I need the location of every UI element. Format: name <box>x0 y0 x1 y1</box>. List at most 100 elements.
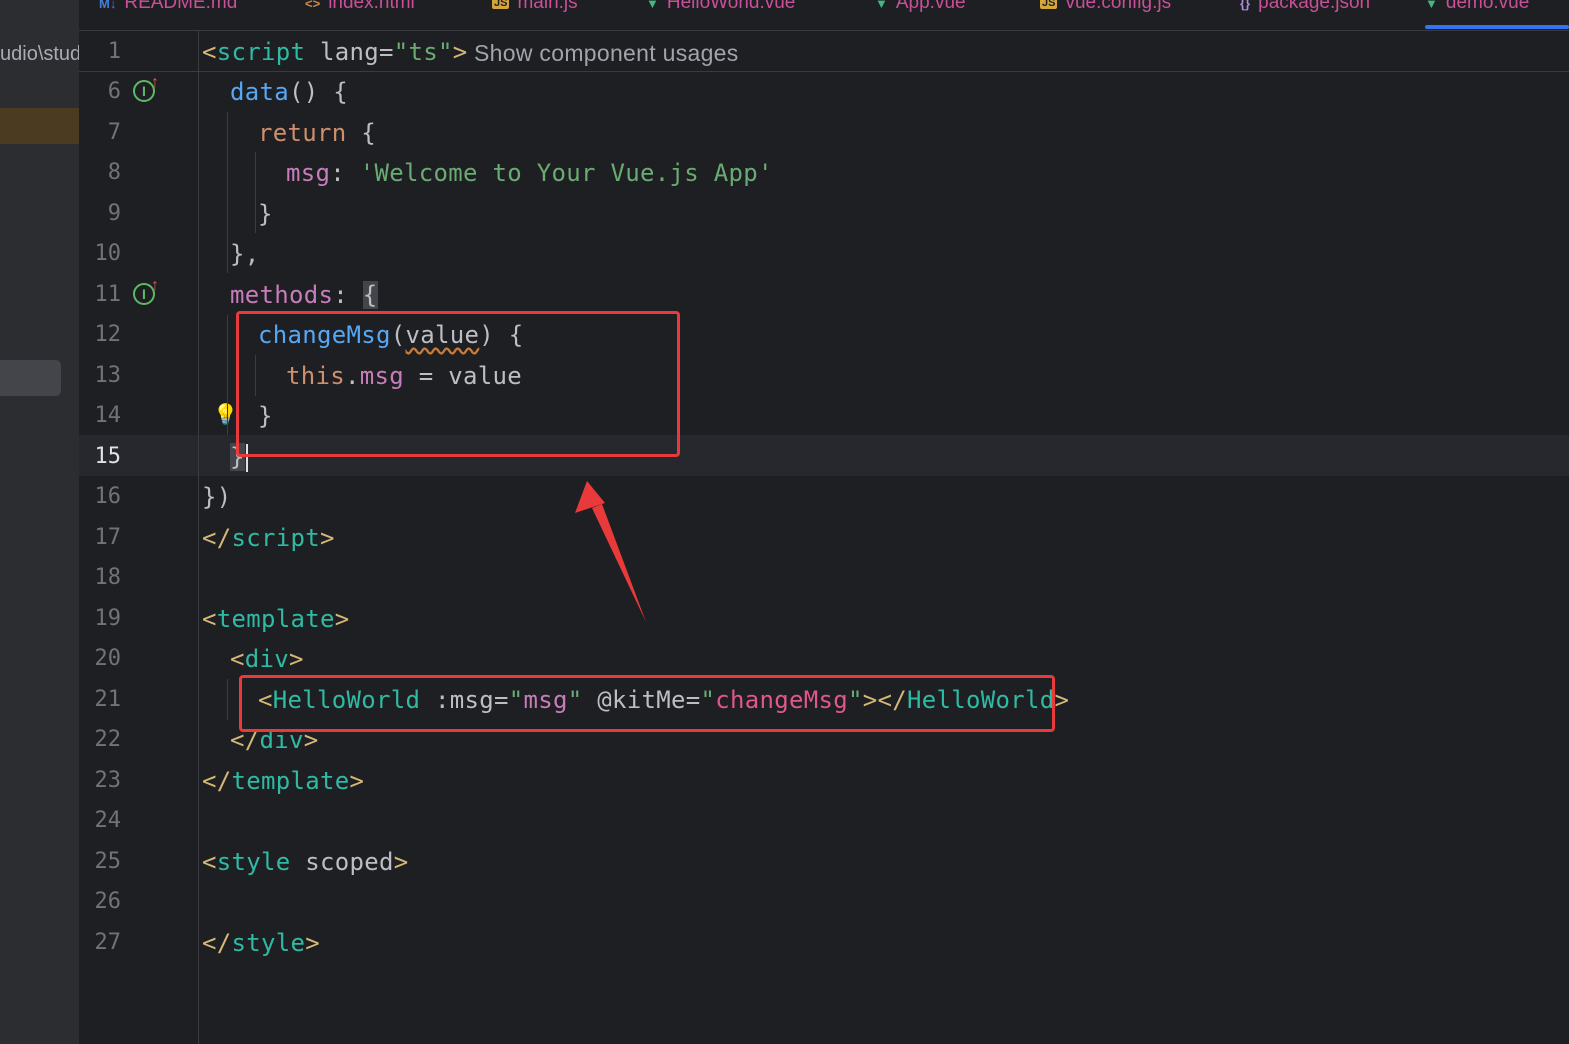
code-token: > <box>1054 685 1070 714</box>
line-number: 7 <box>107 119 121 145</box>
code-line-26[interactable]: 26 <box>79 882 1569 922</box>
line-number: 11 <box>94 281 122 307</box>
code-line-17[interactable]: 17 </script> <box>79 518 1569 558</box>
line-number: 23 <box>94 767 122 793</box>
tab-readme-md[interactable]: M↓ README.md <box>99 0 237 18</box>
code-token: </ <box>202 766 232 795</box>
code-line-9[interactable]: 9} <box>79 194 1569 234</box>
lightbulb-icon[interactable]: 💡 <box>213 402 238 426</box>
code-token: data <box>230 78 289 106</box>
vue-file-icon: ▼ <box>1425 0 1438 11</box>
code-line-6[interactable]: 6 I ↑ data() { <box>79 72 1569 112</box>
js-file-icon: JS <box>492 0 510 9</box>
line-number: 17 <box>94 524 122 550</box>
line-number: 16 <box>94 484 122 509</box>
code-token: scoped <box>290 847 394 876</box>
code-token: { <box>362 280 378 309</box>
code-token: > <box>452 38 468 66</box>
code-token: return <box>258 118 347 147</box>
code-token: : <box>330 159 360 187</box>
code-text: }, <box>230 240 260 268</box>
line-number: 25 <box>94 848 122 874</box>
line-number: 8 <box>107 160 121 185</box>
line-number: 24 <box>94 808 122 833</box>
code-token: } <box>258 199 273 228</box>
line-number: 19 <box>94 605 122 631</box>
code-text: return { <box>258 119 376 147</box>
code-token: : <box>333 280 363 309</box>
code-line-16[interactable]: 16}) <box>79 477 1569 517</box>
navigate-up-icon[interactable]: ↑ <box>151 74 159 92</box>
code-token: </ <box>202 928 232 957</box>
sidebar-path-fragment[interactable]: udio\stud <box>0 43 79 66</box>
code-token: < <box>230 645 245 673</box>
code-token: template <box>231 766 350 795</box>
code-token: > <box>334 604 350 633</box>
code-line-27[interactable]: 27 </style> <box>79 923 1569 963</box>
code-token: }) <box>202 483 232 511</box>
line-number: 14 <box>94 403 122 428</box>
code-text: } <box>258 200 273 228</box>
code-line-11[interactable]: 11 I ↑ methods: { <box>79 275 1569 315</box>
line-number: 1 <box>107 39 121 64</box>
code-line-8[interactable]: 8 msg: 'Welcome to Your Vue.js App' <box>79 153 1569 193</box>
code-line-10[interactable]: 10}, <box>79 234 1569 274</box>
code-token: { <box>346 118 376 147</box>
code-text: methods: { <box>230 280 378 309</box>
editor-tab-bar: M↓ README.md <> index.html JS main.js ▼ HelloWo… <box>79 0 1569 31</box>
line-number: 10 <box>94 241 122 266</box>
html-file-icon: <> <box>305 0 321 11</box>
code-text: data() { <box>230 78 348 106</box>
tab-demo-vue[interactable]: ▼ demo.vue <box>1425 0 1529 18</box>
tab-main-js[interactable]: JS main.js <box>492 0 578 18</box>
tab-index-html[interactable]: <> index.html <box>305 0 415 18</box>
code-token: > <box>393 847 409 876</box>
line-number: 15 <box>94 443 122 469</box>
line-number: 18 <box>94 565 122 590</box>
code-line-7[interactable]: 7 return { <box>79 113 1569 153</box>
tab-package-json[interactable]: {} package.json <box>1240 0 1370 18</box>
show-component-usages-hint[interactable]: Show component usages <box>474 40 739 67</box>
vue-file-icon: ▼ <box>875 0 888 11</box>
code-token: lang= <box>305 38 394 66</box>
tab-label: package.json <box>1258 0 1371 13</box>
code-text: </template> <box>202 767 364 795</box>
code-line-19[interactable]: 19 <template> <box>79 599 1569 639</box>
tab-helloworld-vue[interactable]: ▼ HelloWorld.vue <box>646 0 795 18</box>
navigate-up-icon[interactable]: ↑ <box>151 277 159 295</box>
code-line-23[interactable]: 23 </template> <box>79 761 1569 801</box>
line-number: 27 <box>94 929 122 955</box>
code-text: <div> <box>230 645 304 673</box>
line-number: 20 <box>94 646 122 671</box>
code-token: script <box>216 38 306 66</box>
code-line-20[interactable]: 20 <div> <box>79 639 1569 679</box>
tab-label: App.vue <box>895 0 966 13</box>
code-line-18[interactable]: 18 <box>79 558 1569 598</box>
code-token: }, <box>230 240 260 268</box>
tab-label: HelloWorld.vue <box>666 0 796 13</box>
code-token: msg <box>286 159 331 187</box>
code-token: < <box>202 38 217 66</box>
vue-file-icon: ▼ <box>646 0 659 11</box>
code-token: methods <box>230 280 334 309</box>
code-text: </script> <box>202 524 335 552</box>
tab-app-vue[interactable]: ▼ App.vue <box>875 0 966 18</box>
line-number: 9 <box>107 200 121 226</box>
tab-vue-config-js[interactable]: JS vue.config.js <box>1040 0 1171 18</box>
code-text: <template> <box>202 605 350 633</box>
code-text: msg: 'Welcome to Your Vue.js App' <box>286 159 773 187</box>
js-file-icon: JS <box>1040 0 1058 9</box>
tab-label: vue.config.js <box>1065 0 1172 13</box>
sidebar-selected-item[interactable] <box>0 108 79 144</box>
sticky-line[interactable]: 1 <script lang="ts"> Show component usag… <box>79 32 1569 72</box>
sidebar-hovered-item[interactable] <box>0 360 61 396</box>
code-token: > <box>305 928 320 957</box>
code-token: style <box>216 847 291 876</box>
code-token: template <box>216 604 335 633</box>
code-line-25[interactable]: 25 <style scoped> <box>79 842 1569 882</box>
line-number: 6 <box>107 79 121 104</box>
code-line-24[interactable]: 24 <box>79 801 1569 841</box>
line-number: 22 <box>94 727 122 752</box>
code-text: }) <box>202 483 232 511</box>
json-file-icon: {} <box>1240 0 1251 11</box>
